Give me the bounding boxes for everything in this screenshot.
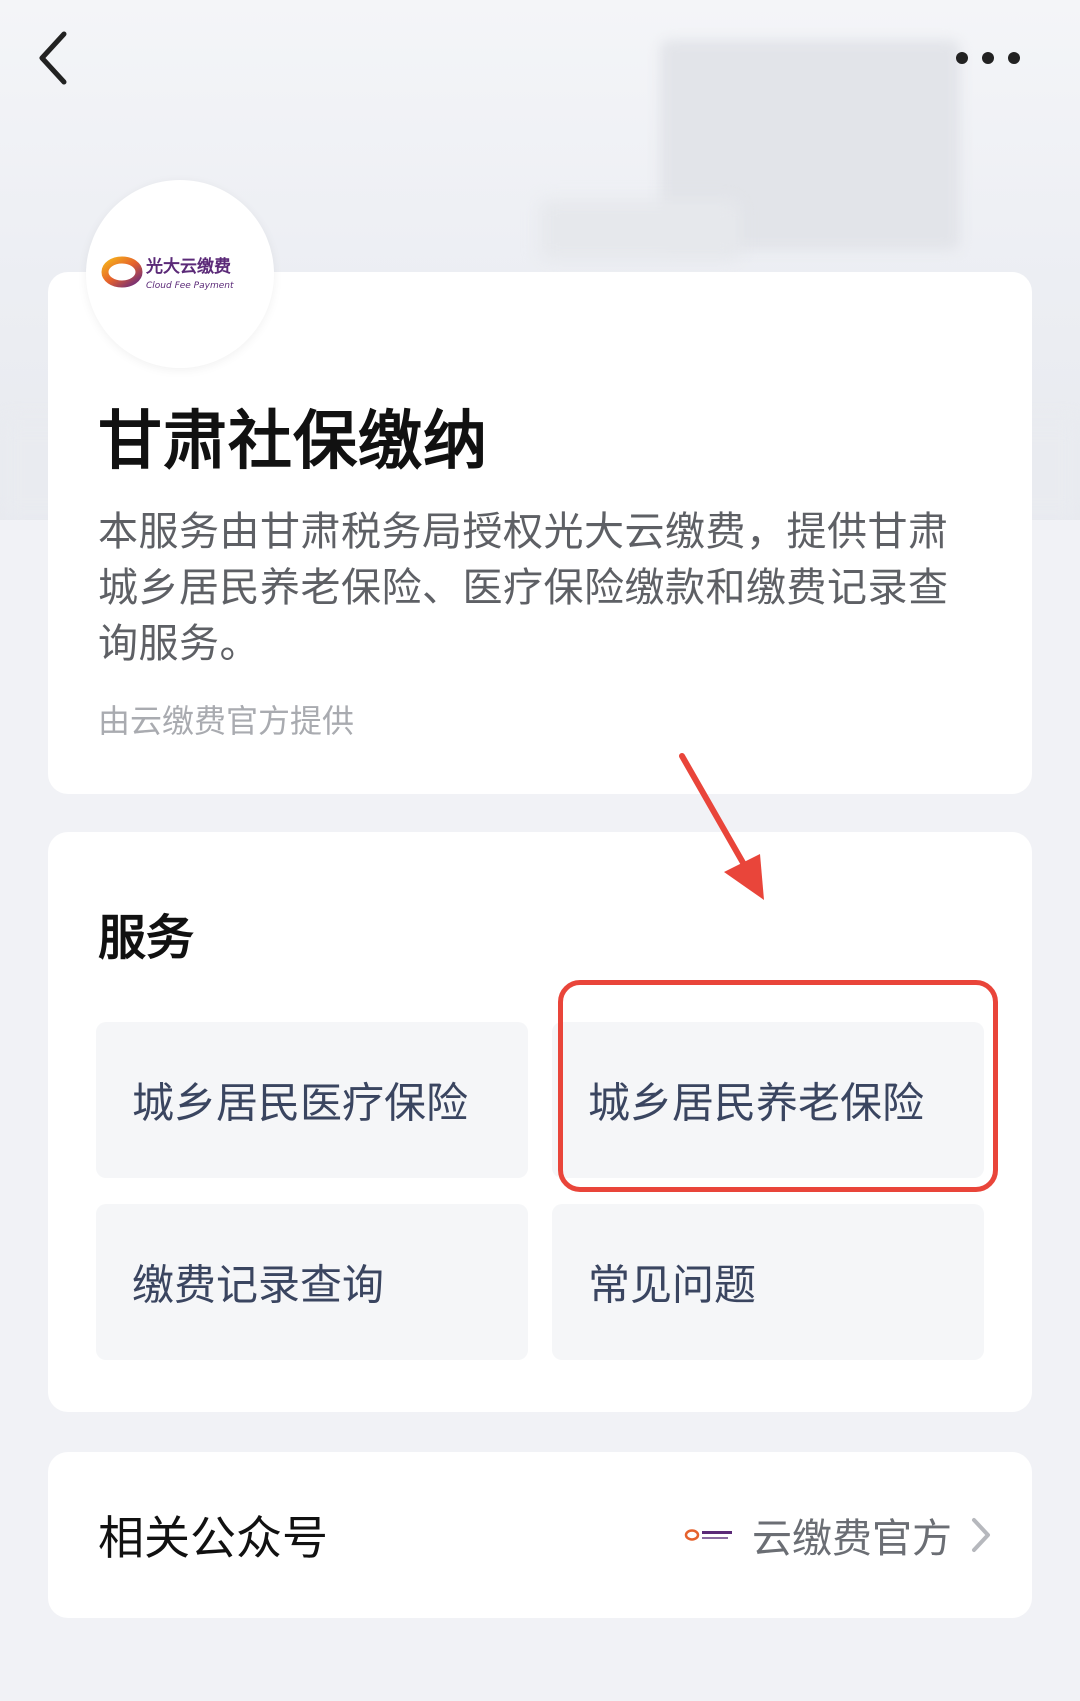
- more-dots-icon: [956, 52, 1020, 64]
- pension-insurance-button[interactable]: 城乡居民养老保险: [552, 1022, 984, 1178]
- service-label: 缴费记录查询: [132, 1260, 385, 1310]
- page-title: 甘肃社保缴纳: [98, 405, 488, 479]
- back-button[interactable]: [30, 28, 80, 88]
- official-account-link[interactable]: 云缴费官方: [684, 1452, 992, 1618]
- services-card: 服务 城乡居民医疗保险 城乡居民养老保险 缴费记录查询 常见问题: [48, 832, 1032, 1412]
- service-label: 常见问题: [588, 1260, 757, 1310]
- payment-records-button[interactable]: 缴费记录查询: [96, 1204, 528, 1360]
- service-label: 城乡居民医疗保险: [132, 1078, 469, 1128]
- faq-button[interactable]: 常见问题: [552, 1204, 984, 1360]
- chevron-right-icon: [972, 1518, 990, 1552]
- services-section-title: 服务: [98, 910, 195, 966]
- provider-note: 由云缴费官方提供: [98, 702, 355, 740]
- official-account-name: 云缴费官方: [752, 1516, 952, 1562]
- related-accounts-card: 相关公众号 云缴费官方: [48, 1452, 1032, 1618]
- chevron-left-icon: [39, 31, 67, 85]
- medical-insurance-button[interactable]: 城乡居民医疗保险: [96, 1022, 528, 1178]
- pointer-arrow-icon: [679, 753, 764, 900]
- cloud-fee-payment-logo: 光大云缴费 Cloud Fee Payment: [101, 256, 234, 291]
- svg-text:光大云缴费: 光大云缴费: [145, 256, 231, 277]
- service-logo: 光大云缴费 Cloud Fee Payment: [86, 180, 274, 368]
- service-label: 城乡居民养老保险: [588, 1078, 925, 1128]
- svg-text:Cloud Fee Payment: Cloud Fee Payment: [146, 281, 234, 291]
- cloud-fee-mini-logo: [684, 1529, 732, 1541]
- related-accounts-label: 相关公众号: [98, 1511, 328, 1565]
- more-button[interactable]: [950, 40, 1030, 80]
- service-description: 本服务由甘肃税务局授权光大云缴费，提供甘肃城乡居民养老保险、医疗保险缴款和缴费记…: [98, 509, 949, 667]
